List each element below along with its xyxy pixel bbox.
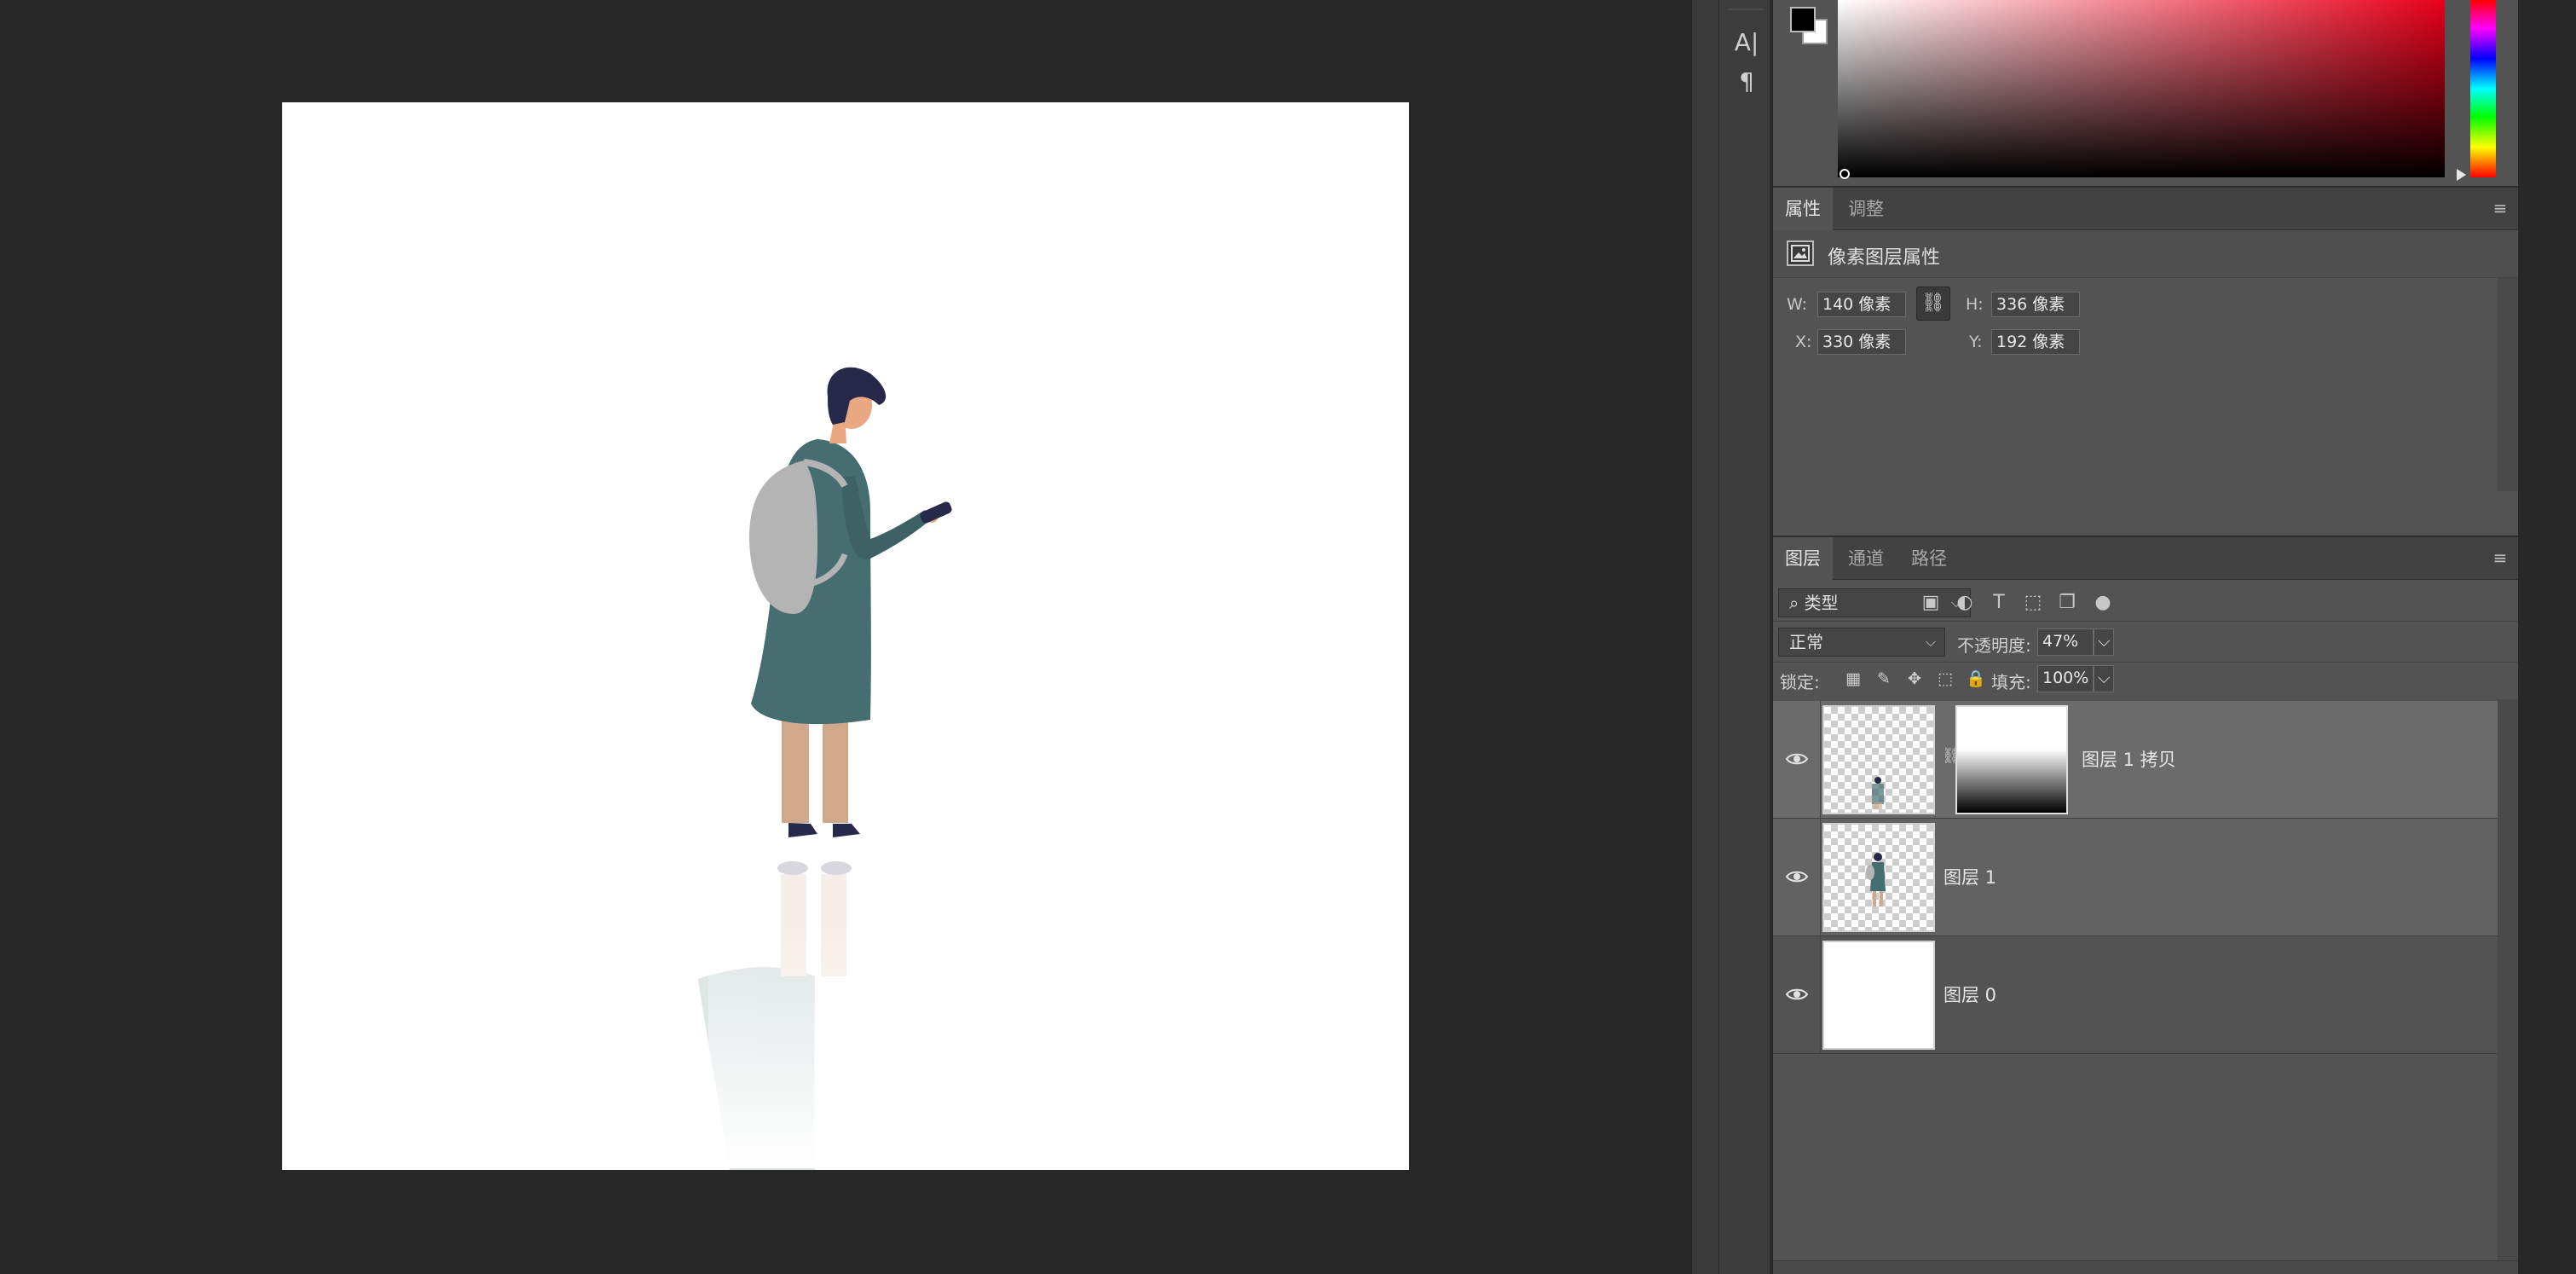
foreground-color-swatch[interactable] — [1790, 7, 1816, 32]
layers-controls-divider-2 — [1773, 662, 2518, 663]
filter-toggle-icon[interactable]: ● — [2090, 590, 2116, 616]
layers-tab-bar: 图层 通道 路径 ≡ — [1773, 536, 2518, 580]
layer-name[interactable]: 图层 1 拷贝 — [2082, 746, 2176, 772]
opacity-label: 不透明度: — [1957, 635, 2031, 656]
illustration-person-with-phone — [698, 367, 952, 1170]
layers-scrollbar[interactable] — [2498, 699, 2518, 1274]
properties-panel: 像素图层属性 W: 140 像素 ⛓ H: 336 像素 X: 330 像素 Y… — [1773, 230, 2518, 536]
pixel-layer-icon — [1787, 240, 1814, 266]
color-panel — [1773, 0, 2518, 186]
layer-thumbnail[interactable] — [1822, 823, 1935, 932]
lock-transparent-pixels-icon[interactable]: ▦ — [1841, 667, 1865, 691]
x-field[interactable]: 330 像素 — [1817, 329, 1906, 355]
tab-adjustments[interactable]: 调整 — [1836, 188, 1896, 230]
lock-artboard-icon[interactable]: ⬚ — [1933, 667, 1957, 691]
dock-panels: 属性 调整 ≡ 像素图层属性 W: 140 像素 ⛓ H: 336 像素 X: … — [1773, 0, 2518, 1274]
properties-scrollbar[interactable] — [2498, 278, 2518, 491]
hue-slider-marker[interactable] — [2457, 169, 2466, 181]
y-field[interactable]: 192 像素 — [1991, 329, 2080, 355]
tab-properties[interactable]: 属性 — [1773, 188, 1833, 230]
layer-thumbnail[interactable] — [1822, 705, 1935, 814]
layer-mask-thumbnail[interactable] — [1955, 705, 2068, 814]
panel-collapse-strip — [1691, 0, 1718, 1274]
dock-edge — [2518, 0, 2576, 1274]
layers-list: ⛓ 图层 1 拷贝 图层 1 图层 0 — [1773, 699, 2498, 1274]
secondary-tool-strip: A| ¶ — [1718, 0, 1771, 1274]
filter-type-icon[interactable]: T — [1986, 590, 2012, 616]
x-label: X: — [1795, 333, 1812, 351]
filter-pixel-icon[interactable]: ▣ — [1918, 590, 1944, 616]
tool-strip-divider — [1728, 9, 1764, 10]
fill-chevron-icon[interactable]: ⌵ — [2094, 665, 2114, 692]
blend-mode-value: 正常 — [1789, 632, 1823, 652]
eye-icon[interactable] — [1785, 749, 1809, 769]
color-picker-marker[interactable] — [1840, 169, 1850, 179]
hue-slider[interactable] — [2470, 0, 2496, 177]
properties-tab-bar: 属性 调整 ≡ — [1773, 186, 2518, 230]
lock-image-pixels-icon[interactable]: ✎ — [1872, 667, 1896, 691]
fill-field[interactable]: 100% — [2037, 665, 2094, 692]
filter-shape-icon[interactable]: ⬚ — [2020, 590, 2046, 616]
lock-label: 锁定: — [1780, 672, 1820, 692]
layers-footer-toolbar — [1773, 1260, 2518, 1274]
link-dimensions-icon[interactable]: ⛓ — [1916, 287, 1950, 321]
saturation-value-field[interactable] — [1838, 0, 2445, 177]
right-panel-dock: 属性 调整 ≡ 像素图层属性 W: 140 像素 ⛓ H: 336 像素 X: … — [1773, 0, 2576, 1274]
layer-row-layer-1[interactable]: 图层 1 — [1773, 819, 2498, 936]
lock-position-icon[interactable]: ✥ — [1903, 667, 1926, 691]
layer-filter-value: 类型 — [1804, 593, 1839, 613]
layers-controls-divider — [1773, 621, 2518, 622]
blend-mode-select[interactable]: 正常 ⌵ — [1778, 628, 1945, 657]
paragraph-panel-button[interactable]: ¶ — [1730, 65, 1764, 99]
properties-menu-icon[interactable]: ≡ — [2491, 199, 2510, 217]
lock-all-icon[interactable]: 🔒 — [1964, 667, 1988, 691]
properties-type-label: 像素图层属性 — [1828, 247, 1941, 269]
tab-paths[interactable]: 路径 — [1899, 537, 1959, 580]
eye-icon[interactable] — [1785, 866, 1809, 887]
document-canvas[interactable] — [282, 102, 1409, 1170]
document-workspace[interactable] — [0, 0, 1691, 1274]
mask-link-icon[interactable]: ⛓ — [1942, 747, 1961, 771]
layer-name[interactable]: 图层 1 — [1944, 864, 1996, 889]
layer-row-layer-1-copy[interactable]: ⛓ 图层 1 拷贝 — [1773, 701, 2498, 819]
opacity-field[interactable]: 47% — [2037, 628, 2094, 656]
tab-layers[interactable]: 图层 — [1773, 537, 1833, 580]
layer-name[interactable]: 图层 0 — [1944, 982, 1996, 1007]
layers-menu-icon[interactable]: ≡ — [2491, 548, 2510, 567]
layer-thumbnail[interactable] — [1822, 941, 1935, 1050]
filter-smart-object-icon[interactable]: ❐ — [2054, 590, 2080, 616]
tab-channels[interactable]: 通道 — [1836, 537, 1896, 580]
y-label: Y: — [1969, 333, 1983, 351]
fill-label: 填充: — [1991, 672, 2031, 692]
layer-row-layer-0[interactable]: 图层 0 — [1773, 936, 2498, 1054]
height-field[interactable]: 336 像素 — [1991, 292, 2080, 317]
search-icon: ⌕ — [1789, 593, 1805, 613]
opacity-chevron-icon[interactable]: ⌵ — [2094, 628, 2114, 656]
properties-header: 像素图层属性 — [1773, 230, 2518, 278]
filter-adjustment-icon[interactable]: ◐ — [1952, 590, 1978, 616]
width-field[interactable]: 140 像素 — [1817, 292, 1906, 317]
eye-icon[interactable] — [1785, 984, 1809, 1005]
character-panel-button[interactable]: A| — [1730, 26, 1764, 60]
width-label: W: — [1787, 295, 1808, 314]
height-label: H: — [1966, 295, 1984, 314]
chevron-down-icon: ⌵ — [1925, 634, 1936, 650]
